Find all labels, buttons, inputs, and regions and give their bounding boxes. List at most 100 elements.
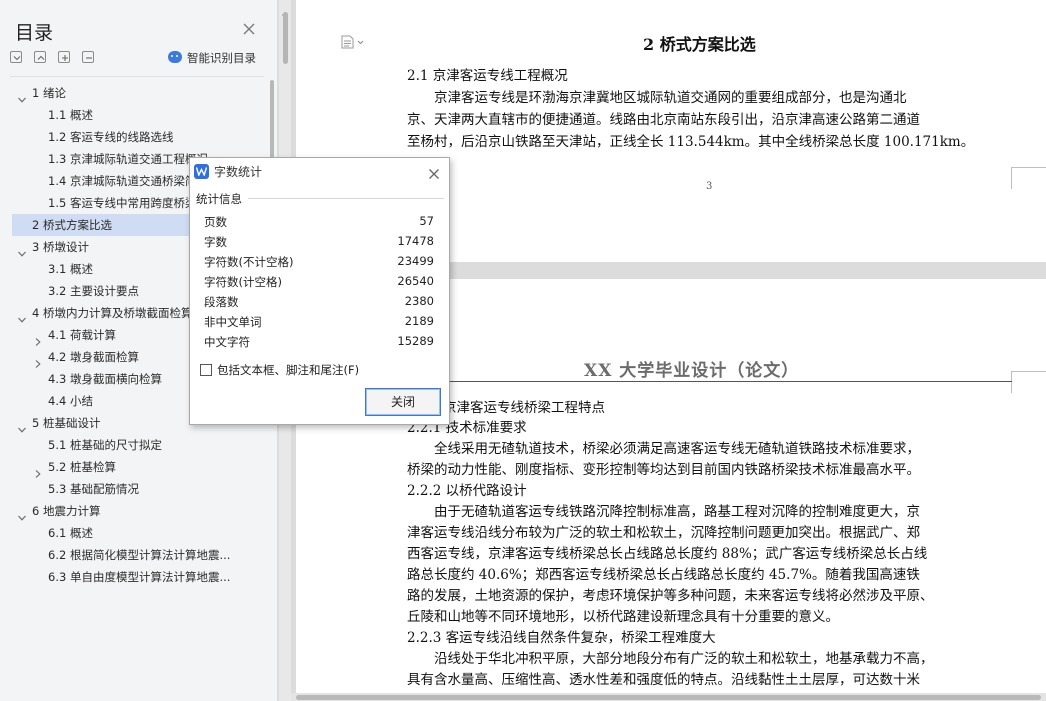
stat-label: 页数: [204, 215, 227, 229]
expand-all-icon[interactable]: [10, 51, 22, 63]
crop-mark: [1011, 167, 1012, 189]
close-button[interactable]: 关闭: [365, 388, 441, 416]
stat-row: 页数 57: [204, 214, 434, 234]
crop-mark: [1012, 371, 1046, 372]
chevron-right-icon[interactable]: [34, 463, 42, 478]
stat-row: 字符数(不计空格) 23499: [204, 254, 434, 274]
toc-item[interactable]: 5.1 桩基础的尺寸拟定: [12, 434, 262, 456]
collapse-all-icon[interactable]: [34, 51, 46, 63]
horizontal-scrollbar-thumb[interactable]: [296, 695, 1041, 700]
toc-item-label: 5.1 桩基础的尺寸拟定: [48, 438, 162, 452]
toc-item-label: 1.1 概述: [48, 108, 93, 122]
stat-row: 中文字符 15289: [204, 334, 434, 354]
smart-recognize-label: 智能识别目录: [187, 51, 256, 65]
body-line: 具有含水量高、压缩性高、透水性差和强度低的特点。沿线黏性土土层厚，可达数十米: [407, 672, 920, 688]
stat-value: 17478: [397, 234, 434, 248]
toc-item-label: 1 绪论: [32, 86, 66, 100]
divider: [10, 76, 264, 77]
page-header: XX 大学毕业设计（论文）: [584, 361, 800, 381]
toc-item[interactable]: 6 地震力计算: [12, 500, 262, 522]
toc-item-label: 5.2 桩基检算: [48, 460, 116, 474]
stat-value: 23499: [397, 254, 434, 268]
toc-item-label: 4 桥墩内力计算及桥墩截面检算: [32, 306, 193, 320]
close-icon[interactable]: [428, 165, 440, 179]
document-outline-icon[interactable]: [341, 34, 365, 49]
section-heading: 2 桥式方案比选: [643, 35, 756, 54]
stat-label: 中文字符: [204, 335, 250, 349]
stat-label: 字数: [204, 235, 227, 249]
stat-value: 26540: [397, 274, 434, 288]
toc-item[interactable]: 5.2 桩基检算: [12, 456, 262, 478]
body-line: 西客运专线，京津客运专线桥梁总长占线路总长度约 88%；武广客运专线桥梁总长占线: [407, 546, 928, 562]
toc-item[interactable]: 1.2 客运专线的线路选线: [12, 126, 262, 148]
stat-row: 非中文单词 2189: [204, 314, 434, 334]
toc-item-label: 3.2 主要设计要点: [48, 284, 139, 298]
chevron-down-icon[interactable]: [18, 419, 26, 433]
robot-icon: [168, 51, 182, 63]
toc-item-label: 4.4 小结: [48, 394, 93, 408]
include-textbox-label[interactable]: 包括文本框、脚注和尾注(F): [217, 362, 359, 378]
stat-row: 段落数 2380: [204, 294, 434, 314]
body-line: 京津客运专线是环渤海京津冀地区城际轨道交通网的重要组成部分，也是沟通北: [407, 90, 907, 106]
toc-item-label: 6 地震力计算: [32, 504, 101, 518]
scroll-up-arrow-icon[interactable]: [282, 2, 288, 16]
toc-item-label: 1.3 京津城际轨道交通工程概况: [48, 152, 208, 166]
toc-item-label: 5.3 基础配筋情况: [48, 482, 139, 496]
body-line: 丘陵和山地等不同环境地形，以桥代路建设新理念具有十分重要的意义。: [407, 609, 839, 625]
wps-app-icon: [194, 164, 209, 179]
chevron-down-icon[interactable]: [18, 243, 26, 257]
chevron-right-icon[interactable]: [34, 331, 42, 346]
stat-label: 字符数(计空格): [204, 275, 282, 289]
crop-mark: [1012, 167, 1046, 168]
stat-label: 非中文单词: [204, 315, 262, 329]
body-line: 津客运专线沿线分布较为广泛的软土和松软土，沉降控制问题更加突出。根据武广、郑: [407, 525, 920, 541]
include-textbox-checkbox[interactable]: [200, 364, 212, 376]
chevron-down-icon[interactable]: [18, 507, 26, 521]
body-line: 路的发展，土地资源的保护，考虑环境保护等多种问题，未来客运专线将必然涉及平原、: [407, 588, 934, 604]
stat-label: 字符数(不计空格): [204, 255, 294, 269]
header-rule: [407, 381, 1012, 382]
minus-icon[interactable]: [82, 51, 94, 63]
body-line: 路总长度约 40.6%；郑西客运专线桥梁总长占线路总长度约 45.7%。随着我国…: [407, 567, 920, 583]
body-line: 至杨村，后沿京山铁路至天津站，正线全长 113.544km。其中全线桥梁总长度 …: [407, 134, 975, 150]
body-line: 京、天津两大直辖市的便捷通道。线路由北京南站东段引出，沿京津高速公路第二通道: [407, 112, 920, 128]
toc-item[interactable]: 6.1 概述: [12, 522, 262, 544]
chevron-down-icon[interactable]: [18, 309, 26, 323]
stats-section-title: 统计信息: [196, 192, 242, 206]
toc-item[interactable]: 1 绪论: [12, 82, 262, 104]
stat-value: 2380: [404, 294, 434, 308]
stat-label: 段落数: [204, 295, 239, 309]
toc-item[interactable]: 6.3 单自由度模型计算法计算地震...: [12, 566, 262, 588]
stat-value: 15289: [397, 334, 434, 348]
close-icon[interactable]: [242, 21, 256, 35]
stat-row: 字数 17478: [204, 234, 434, 254]
vertical-scrollbar-thumb[interactable]: [283, 12, 288, 64]
toc-item-label: 4.3 墩身截面横向检算: [48, 372, 162, 386]
toc-item-label: 6.2 根据简化模型计算法计算地震...: [48, 548, 231, 562]
toc-item-label: 4.2 墩身截面检算: [48, 350, 139, 364]
body-line: 全线采用无碴轨道技术，桥梁必须满足高速客运专线无碴轨道铁路技术标准要求，: [407, 441, 920, 457]
toc-item-label: 4.1 荷载计算: [48, 328, 116, 342]
subsection-heading: 2.1 京津客运专线工程概况: [407, 68, 568, 84]
word-count-dialog: 字数统计 统计信息 页数 57 字数 17478 字符数(不计空格) 23499…: [189, 157, 450, 425]
page-number: 3: [706, 181, 713, 192]
plus-icon[interactable]: [58, 51, 70, 63]
toc-item[interactable]: 5.3 基础配筋情况: [12, 478, 262, 500]
body-line: 由于无碴轨道客运专线铁路沉降控制标准高，路基工程对沉降的控制难度更大，京: [407, 504, 920, 520]
toc-title: 目录: [15, 22, 54, 44]
stat-value: 57: [419, 214, 434, 228]
toc-item-label: 3.1 概述: [48, 262, 93, 276]
toc-item[interactable]: 1.1 概述: [12, 104, 262, 126]
chevron-down-icon[interactable]: [18, 89, 26, 103]
chevron-right-icon[interactable]: [34, 353, 42, 368]
toc-item[interactable]: 6.2 根据简化模型计算法计算地震...: [12, 544, 262, 566]
body-line: 桥梁的动力性能、刚度指标、变形控制等均达到目前国内铁路桥梁技术标准最高水平。: [407, 462, 920, 478]
divider: [248, 198, 444, 199]
subsection-heading: 2.2.3 客运专线沿线自然条件复杂，桥梁工程难度大: [407, 630, 716, 646]
dialog-title: 字数统计: [214, 165, 263, 179]
subsection-heading: 京津客运专线桥梁工程特点: [443, 400, 605, 416]
stat-value: 2189: [404, 314, 434, 328]
toc-item-label: 2 桥式方案比选: [32, 218, 112, 232]
toc-item-label: 3 桥墩设计: [32, 240, 89, 254]
body-line: 沿线处于华北冲积平原，大部分地段分布有广泛的软土和松软土，地基承载力不高，: [407, 651, 934, 667]
